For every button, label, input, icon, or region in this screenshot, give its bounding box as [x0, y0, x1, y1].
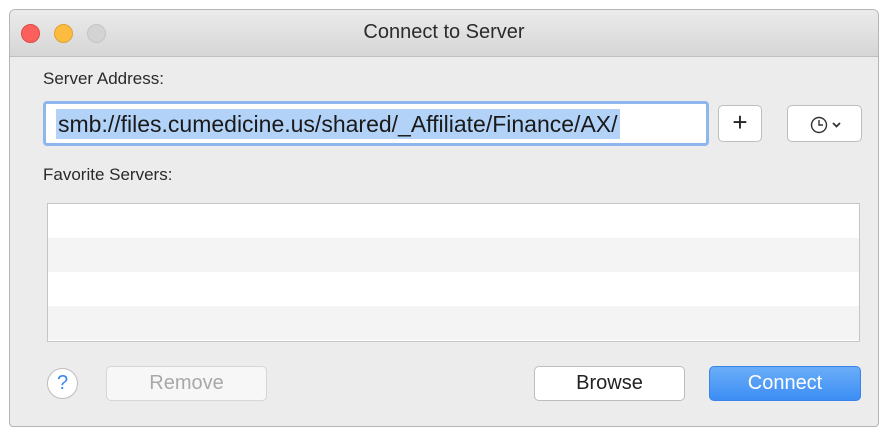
list-row	[48, 306, 859, 340]
list-row	[48, 272, 859, 306]
favorite-servers-label: Favorite Servers:	[43, 165, 173, 184]
server-address-field[interactable]: smb://files.cumedicine.us/shared/_Affili…	[43, 101, 709, 146]
connect-button[interactable]: Connect	[709, 366, 861, 401]
title-bar[interactable]: Connect to Server	[10, 10, 878, 57]
recent-servers-button[interactable]	[787, 105, 862, 142]
favorite-servers-list[interactable]	[47, 203, 860, 342]
list-row	[48, 204, 859, 238]
help-button[interactable]: ?	[47, 368, 78, 399]
window-title: Connect to Server	[363, 21, 525, 43]
server-address-label: Server Address:	[43, 69, 164, 88]
list-row	[48, 238, 859, 272]
browse-button[interactable]: Browse	[534, 366, 685, 401]
chevron-down-icon	[832, 122, 841, 128]
add-favorite-button[interactable]: +	[718, 105, 762, 142]
connect-to-server-window: Connect to Server Server Address: smb://…	[9, 9, 879, 427]
clock-icon	[810, 116, 841, 134]
server-address-input[interactable]: smb://files.cumedicine.us/shared/_Affili…	[56, 109, 620, 139]
remove-button: Remove	[106, 366, 267, 401]
